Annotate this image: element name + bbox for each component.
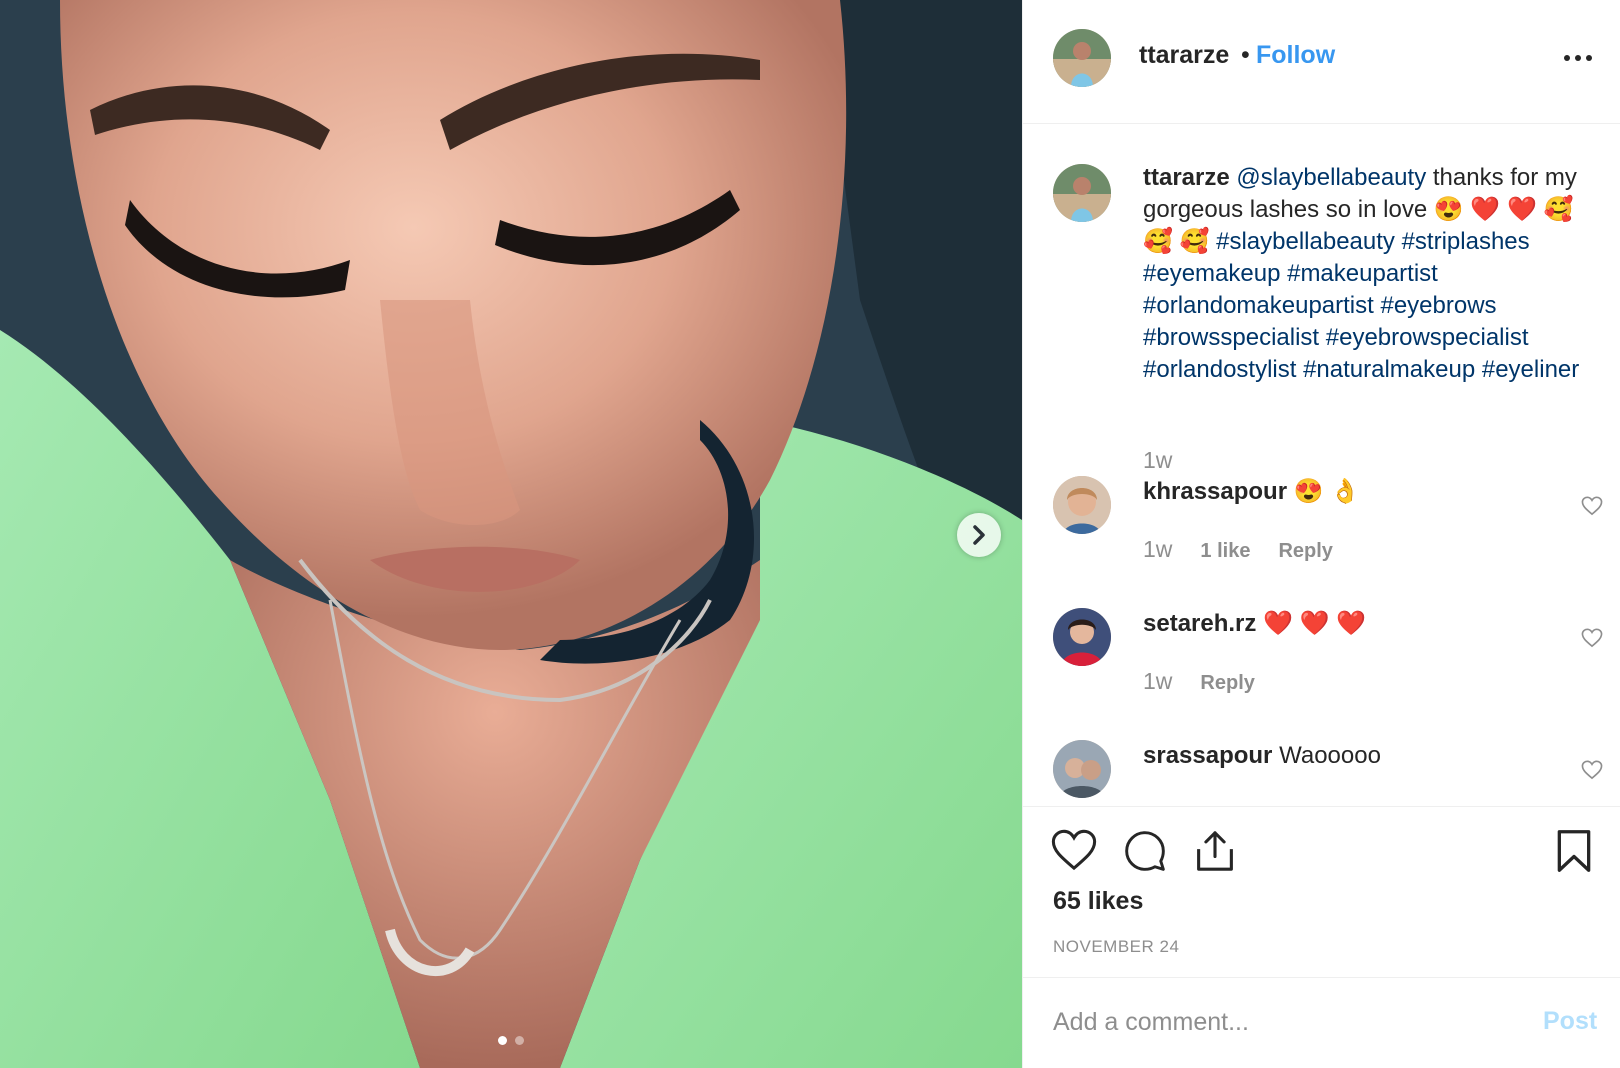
avatar-image [1053, 29, 1111, 87]
commenter-avatar[interactable] [1053, 740, 1111, 798]
add-comment-bar: Post [1023, 977, 1620, 1068]
post-actions: 65 likes NOVEMBER 24 [1023, 806, 1620, 978]
chevron-right-icon [973, 525, 985, 545]
comment-input[interactable] [1051, 999, 1525, 1045]
comment-timestamp[interactable]: 1w [1143, 668, 1172, 695]
avatar-image [1053, 740, 1111, 798]
comment-likes[interactable]: 1 like [1200, 540, 1250, 563]
author-username[interactable]: ttararze [1139, 41, 1229, 70]
commenter-avatar[interactable] [1053, 476, 1111, 534]
carousel-indicator [0, 1036, 1022, 1045]
comment-body: setareh.rz ❤️ ❤️ ❤️ [1143, 608, 1366, 640]
post-header: ttararze • Follow [1023, 0, 1620, 124]
post-sidebar: ttararze • Follow ttararze @slaybellabea… [1022, 0, 1620, 1068]
comment-meta: 1w 1 like Reply [1143, 536, 1333, 563]
comment-username[interactable]: khrassapour [1143, 478, 1287, 505]
caption-timestamp[interactable]: 1w [1143, 447, 1172, 474]
comment-body: srassapour Waooooo [1143, 740, 1381, 772]
comment-timestamp[interactable]: 1w [1143, 536, 1172, 563]
post-image [0, 0, 1022, 1068]
comment-text: Waooooo [1279, 742, 1381, 769]
carousel-dot-active [498, 1036, 507, 1045]
comment-text: 😍 👌 [1293, 478, 1361, 505]
commenter-avatar[interactable] [1053, 608, 1111, 666]
comment-item: srassapour Waooooo [1023, 740, 1620, 806]
comment-text: ❤️ ❤️ ❤️ [1263, 610, 1367, 637]
caption-username[interactable]: ttararze [1143, 164, 1230, 191]
like-comment-heart-icon[interactable] [1581, 628, 1603, 648]
caption-author-avatar[interactable] [1053, 164, 1111, 222]
author-avatar[interactable] [1053, 29, 1111, 87]
comment-meta: 1w Reply [1143, 668, 1255, 695]
comment-item: setareh.rz ❤️ ❤️ ❤️ 1w Reply [1023, 608, 1620, 736]
more-options-icon[interactable] [1563, 52, 1593, 64]
like-comment-heart-icon[interactable] [1581, 496, 1603, 516]
post-caption: ttararze @slaybellabeauty thanks for my … [1143, 162, 1603, 386]
post-comment-button[interactable]: Post [1543, 1007, 1597, 1036]
reply-button[interactable]: Reply [1200, 672, 1254, 695]
separator-dot: • [1241, 41, 1250, 69]
like-comment-heart-icon[interactable] [1581, 760, 1603, 780]
comment-username[interactable]: srassapour [1143, 742, 1272, 769]
caption-mention[interactable]: @slaybellabeauty [1236, 164, 1426, 191]
like-heart-icon[interactable] [1051, 829, 1097, 871]
comment-body: khrassapour 😍 👌 [1143, 476, 1360, 508]
reply-button[interactable]: Reply [1278, 540, 1332, 563]
next-slide-button[interactable] [957, 513, 1001, 557]
comment-username[interactable]: setareh.rz [1143, 610, 1256, 637]
share-upload-icon[interactable] [1195, 829, 1235, 873]
likes-count[interactable]: 65 likes [1053, 887, 1143, 916]
bookmark-save-icon[interactable] [1555, 829, 1593, 873]
carousel-dot [515, 1036, 524, 1045]
avatar-image [1053, 608, 1111, 666]
comment-item: khrassapour 😍 👌 1w 1 like Reply [1023, 476, 1620, 604]
follow-button[interactable]: Follow [1256, 41, 1335, 70]
post-date[interactable]: NOVEMBER 24 [1053, 937, 1179, 957]
avatar-image [1053, 476, 1111, 534]
comments-list[interactable]: ttararze @slaybellabeauty thanks for my … [1023, 124, 1620, 806]
comment-bubble-icon[interactable] [1123, 829, 1167, 873]
post-photo[interactable] [0, 0, 1022, 1068]
avatar-image [1053, 164, 1111, 222]
